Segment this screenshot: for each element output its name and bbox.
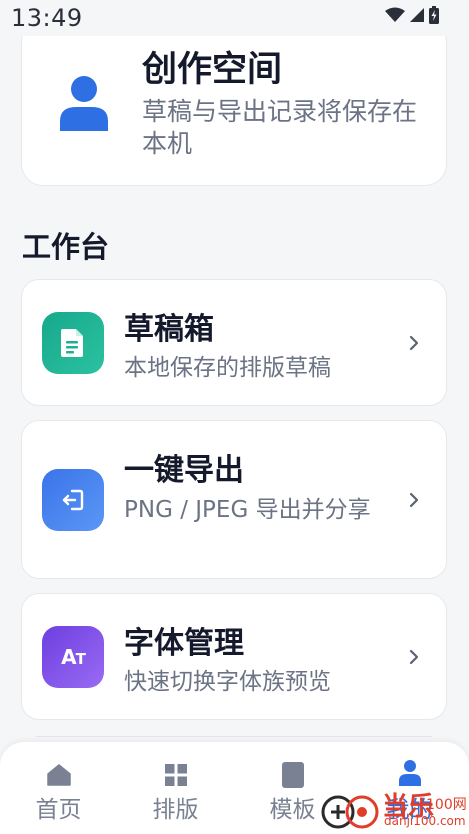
nav-item-layout[interactable]: 排版 [117,742,234,834]
chevron-right-icon [409,335,419,351]
profile-title: 创作空间 [142,50,283,90]
nav-label-home: 首页 [35,797,82,823]
status-time: 13:49 [11,4,83,32]
nav-item-home[interactable]: 首页 [0,742,117,834]
grid-icon [164,764,187,786]
status-icons [385,6,439,24]
menu-title-fonts: 字体管理 [124,626,244,661]
document-icon [42,312,104,374]
menu-item-fonts[interactable]: AT 字体管理 快速切换字体族预览 [21,593,447,720]
chevron-right-icon [409,492,419,508]
export-icon [42,469,104,531]
menu-desc-drafts: 本地保存的排版草稿 [124,355,331,381]
divider [36,736,432,737]
watermark-num: 100网 [426,797,467,813]
profile-card[interactable]: 创作空间 草稿与导出记录将保存在本机 [21,20,447,186]
chevron-right-icon [409,649,419,665]
battery-icon [429,6,439,24]
watermark-logo-icon [321,795,379,829]
watermark-url: danji100.com [384,814,466,828]
avatar-person-icon [60,76,108,131]
template-icon [281,762,304,788]
menu-desc-export: PNG / JPEG 导出并分享 [124,497,371,523]
person-icon [398,760,421,786]
font-icon: AT [42,626,104,688]
menu-desc-fonts: 快速切换字体族预览 [124,669,331,695]
section-title-workbench: 工作台 [22,230,110,264]
menu-item-drafts[interactable]: 草稿箱 本地保存的排版草稿 [21,279,447,406]
profile-subtitle: 草稿与导出记录将保存在本机 [142,97,418,158]
menu-item-export[interactable]: 一键导出 PNG / JPEG 导出并分享 [21,420,447,579]
wifi-icon [385,7,405,22]
nav-label-layout: 排版 [152,797,199,823]
home-icon [46,764,71,786]
status-bar: 13:49 [0,0,469,36]
menu-title-export: 一键导出 [124,453,244,488]
watermark: 当乐 100网 danji100.com [318,784,469,834]
screen: 13:49 创作空间 草稿与导出记录将保存在本机 工作台 草稿箱 本地保存的排版… [0,0,469,834]
menu-title-drafts: 草稿箱 [124,312,214,347]
signal-icon [410,8,424,22]
